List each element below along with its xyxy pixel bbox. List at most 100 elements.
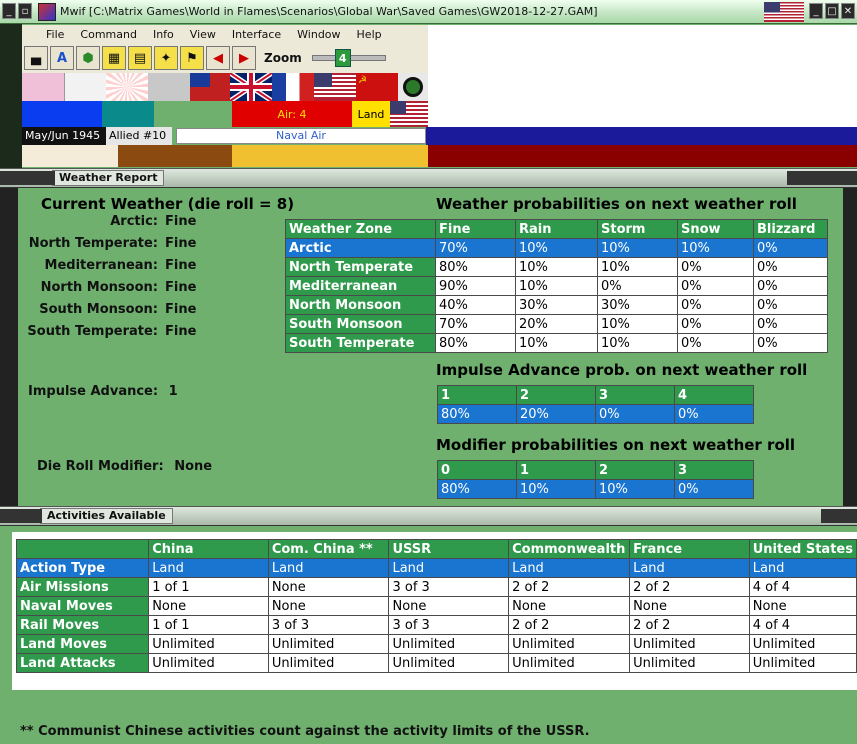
- modifier-prob-table: 0 1 2 3 80% 10% 10% 0%: [437, 460, 754, 499]
- hex-icon[interactable]: ⬢: [76, 46, 100, 70]
- table-row[interactable]: Rail Moves 1 of 13 of 33 of 32 of 22 of 2…: [15, 615, 857, 635]
- table-row[interactable]: 80% 10% 10% 0%: [437, 479, 754, 499]
- table-cell: 80%: [437, 479, 517, 499]
- flag-italy-icon[interactable]: [64, 73, 106, 101]
- row-header: Land Moves: [15, 634, 150, 654]
- table-row[interactable]: Air Missions 1 of 1 None 3 of 32 of 22 of 2…: [15, 577, 857, 597]
- flag-japan-icon[interactable]: [106, 73, 148, 101]
- table-cell: 0%: [674, 479, 754, 499]
- maximize-icon[interactable]: □: [825, 3, 839, 19]
- flag-blank-icon[interactable]: [148, 73, 190, 101]
- weather-panel-title: Weather Report: [52, 170, 165, 186]
- flag-uk-icon[interactable]: [228, 70, 274, 104]
- table-cell: Land: [629, 558, 750, 578]
- table-cell: 4 of 4: [748, 577, 857, 597]
- zone-label: North Monsoon:: [40, 280, 158, 295]
- table-row[interactable]: 80% 20% 0% 0%: [437, 404, 754, 424]
- flag-china-icon[interactable]: [190, 73, 230, 101]
- table-row[interactable]: North Monsoon 40% 30% 30% 0% 0%: [285, 295, 828, 315]
- table-cell: 2 of 2: [629, 615, 750, 635]
- table-row[interactable]: South Monsoon 70% 20% 10% 0% 0%: [285, 314, 828, 334]
- column-header: 3: [595, 385, 675, 405]
- table-cell: Unlimited: [629, 634, 750, 654]
- row-header: Land Attacks: [15, 653, 150, 673]
- activities-panel-title: Activities Available: [40, 508, 173, 524]
- flag-germany-icon[interactable]: [22, 73, 64, 101]
- menu-window[interactable]: Window: [289, 28, 348, 41]
- column-header: Blizzard: [753, 219, 828, 239]
- comintern-icon[interactable]: [398, 73, 428, 101]
- table-row[interactable]: North Temperate 80% 10% 10% 0% 0%: [285, 257, 828, 277]
- column-header: 1: [437, 385, 517, 405]
- right-scroll-border: [843, 188, 857, 506]
- table-row[interactable]: Arctic 70% 10% 10% 10% 0%: [285, 238, 828, 258]
- column-header: 2: [516, 385, 596, 405]
- table-cell: Unlimited: [388, 634, 510, 654]
- table-cell: Unlimited: [267, 653, 390, 673]
- status-row: May/Jun 1945 Allied #10 Naval Air: [22, 127, 857, 145]
- menu-view[interactable]: View: [182, 28, 224, 41]
- flag-france-icon[interactable]: [272, 73, 314, 101]
- activities-panel-header[interactable]: Activities Available: [0, 506, 857, 526]
- close-icon[interactable]: ✕: [841, 3, 855, 19]
- table-row[interactable]: South Temperate 80% 10% 10% 0% 0%: [285, 333, 828, 353]
- current-weather-row: South Monsoon: Fine: [0, 302, 196, 317]
- menu-command[interactable]: Command: [72, 28, 145, 41]
- star-icon[interactable]: ✦: [154, 46, 178, 70]
- menu-info[interactable]: Info: [145, 28, 182, 41]
- header-cap-left: [0, 509, 42, 523]
- table-cell: 1 of 1: [148, 615, 269, 635]
- row-header: Rail Moves: [15, 615, 150, 635]
- flag-us-icon[interactable]: [314, 73, 356, 101]
- column-header: Fine: [435, 219, 516, 239]
- zone-weather: Fine: [165, 214, 197, 229]
- map-pane[interactable]: [428, 25, 857, 127]
- flag-icon[interactable]: ⚑: [180, 46, 204, 70]
- minimize-icon[interactable]: _: [809, 3, 823, 19]
- table-cell: 0%: [753, 276, 828, 296]
- grid-icon[interactable]: ▦: [102, 46, 126, 70]
- table-row[interactable]: Action Type Land Land Land Land Land Land: [15, 558, 857, 578]
- zone-label: Mediterranean:: [44, 258, 158, 273]
- flag-ussr-icon[interactable]: ☭: [356, 73, 398, 101]
- zone-weather: Fine: [165, 280, 197, 295]
- title-bar[interactable]: _ ▫ Mwif [C:\Matrix Games\World in Flame…: [0, 0, 857, 24]
- table-cell: Land: [748, 558, 857, 578]
- table-row[interactable]: Mediterranean 90% 10% 0% 0% 0%: [285, 276, 828, 296]
- table-cell: Land: [267, 558, 390, 578]
- flag-us-small-icon: [390, 101, 428, 127]
- menu-bar: File Command Info View Interface Window …: [22, 25, 428, 43]
- arrow-left-icon[interactable]: ◀: [206, 46, 230, 70]
- table-cell: 10%: [515, 238, 598, 258]
- prob-title: Weather probabilities on next weather ro…: [436, 195, 797, 213]
- window-title: Mwif [C:\Matrix Games\World in Flames\Sc…: [60, 5, 598, 18]
- weather-panel-header[interactable]: Weather Report: [0, 168, 857, 188]
- menu-file[interactable]: File: [22, 28, 72, 41]
- current-weather-row: North Monsoon: Fine: [0, 280, 197, 295]
- table-row[interactable]: Land Attacks Unlimited Unlimited Unlimited U…: [15, 653, 857, 673]
- zoom-knob[interactable]: 4: [334, 49, 351, 67]
- impulse-advance-row: Impulse Advance: 1: [28, 384, 178, 399]
- arrow-right-icon[interactable]: ▶: [232, 46, 256, 70]
- table-cell: None: [148, 596, 269, 616]
- table-cell: Unlimited: [148, 634, 269, 654]
- table-cell: 0%: [753, 314, 828, 334]
- table-cell: 0%: [677, 333, 754, 353]
- minimize-button[interactable]: _: [2, 3, 16, 19]
- die-roll-row: Die Roll Modifier: None: [37, 459, 212, 474]
- menu-help[interactable]: Help: [349, 28, 390, 41]
- zoom-slider[interactable]: 4: [311, 49, 386, 67]
- row-header: Naval Moves: [15, 596, 150, 616]
- column-header: United States: [748, 539, 857, 559]
- restore-button[interactable]: ▫: [18, 3, 32, 19]
- stack-icon[interactable]: ▤: [128, 46, 152, 70]
- table-row[interactable]: Land Moves Unlimited Unlimited Unlimited Unl…: [15, 634, 857, 654]
- text-a-icon[interactable]: A: [50, 46, 74, 70]
- table-row[interactable]: Naval Moves None None None None None None: [15, 596, 857, 616]
- row-header: Action Type: [15, 558, 150, 578]
- table-cell: 10%: [516, 479, 596, 499]
- zone-weather: Fine: [165, 258, 197, 273]
- menu-interface[interactable]: Interface: [224, 28, 289, 41]
- table-cell: 10%: [597, 333, 678, 353]
- unit-icon[interactable]: ▄: [24, 46, 48, 70]
